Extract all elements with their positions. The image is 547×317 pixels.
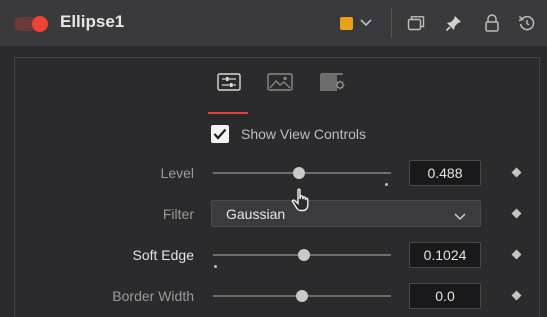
show-view-controls-row: Show View Controls (211, 124, 366, 144)
chevron-down-icon (454, 208, 466, 226)
level-label: Level (160, 165, 194, 181)
settings-icon (319, 72, 347, 96)
image-icon (267, 72, 293, 96)
node-title: Ellipse1 (60, 12, 125, 31)
mouse-cursor-icon (290, 188, 312, 219)
show-view-controls-label: Show View Controls (241, 126, 367, 142)
filter-dropdown[interactable]: Gaussian (211, 200, 481, 227)
border-width-keyframe-icon[interactable] (511, 290, 522, 301)
inspector-tabs (15, 66, 539, 114)
filter-label: Filter (162, 206, 194, 222)
reset-icon[interactable] (518, 12, 536, 34)
sliders-icon (217, 72, 241, 96)
filter-selected-value: Gaussian (226, 206, 286, 222)
tab-controls[interactable] (211, 70, 247, 98)
border-width-value-field[interactable]: 0.0 (409, 283, 481, 309)
show-view-controls-checkbox[interactable] (211, 125, 229, 143)
checkmark-icon (213, 128, 227, 140)
header-divider (391, 8, 392, 38)
border-width-slider-knob[interactable] (296, 290, 308, 302)
tab-image[interactable] (262, 70, 298, 98)
soft-edge-value-field[interactable]: 0.1024 (409, 242, 481, 268)
level-default-marker (385, 183, 388, 186)
level-keyframe-icon[interactable] (511, 167, 522, 178)
level-slider-knob[interactable] (293, 167, 305, 179)
tab-settings[interactable] (315, 70, 351, 98)
pin-icon[interactable] (445, 12, 463, 34)
inspector-panel: Show View Controls Level 0.488 Filter Ga… (14, 57, 540, 317)
versions-icon[interactable] (407, 12, 425, 34)
lock-icon[interactable] (484, 12, 500, 34)
color-swatch[interactable] (340, 17, 353, 30)
level-value-field[interactable]: 0.488 (409, 160, 481, 186)
soft-edge-keyframe-icon[interactable] (511, 249, 522, 260)
chevron-down-icon[interactable] (360, 12, 372, 34)
border-width-row: Border Width 0.0 (15, 282, 539, 310)
filter-keyframe-icon[interactable] (511, 208, 522, 219)
border-width-label: Border Width (112, 288, 194, 304)
toggle-knob (32, 16, 48, 32)
filter-row: Filter Gaussian (15, 200, 539, 228)
soft-edge-default-marker (214, 265, 217, 268)
active-tab-indicator (208, 112, 248, 114)
inspector-header: Ellipse1 (0, 0, 547, 47)
soft-edge-slider-knob[interactable] (298, 249, 310, 261)
node-enable-toggle[interactable] (14, 16, 48, 32)
soft-edge-row: Soft Edge 0.1024 (15, 241, 539, 269)
soft-edge-label: Soft Edge (132, 247, 195, 263)
level-row: Level 0.488 (15, 159, 539, 187)
